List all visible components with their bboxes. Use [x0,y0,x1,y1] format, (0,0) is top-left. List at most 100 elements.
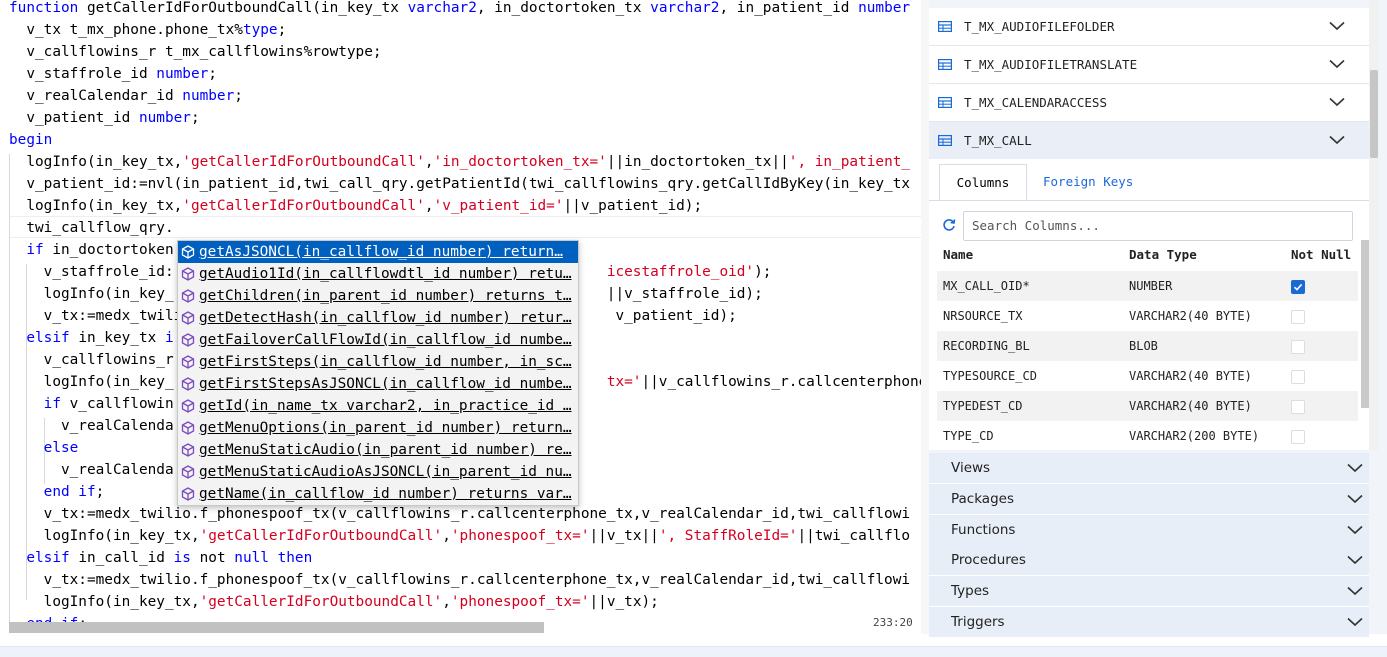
code-line: begin [9,129,52,151]
code-token: varchar2 [407,0,477,16]
code-editor[interactable]: function getCallerIdForOutboundCall(in_k… [0,0,921,634]
not-null-checkbox[interactable] [1291,280,1305,294]
not-null-checkbox[interactable] [1291,430,1305,444]
chevron-down-icon[interactable] [1347,463,1363,473]
column-row[interactable]: TYPEDEST_CD VARCHAR2(40 BYTE) [937,391,1358,421]
section-label: Packages [951,490,1014,507]
table-list-scrollbar-thumb[interactable] [1370,70,1378,158]
table-list-scrollbar-track[interactable] [1369,0,1379,450]
code-token: null then [234,550,313,566]
code-token: elsif [26,330,70,346]
code-token: v_realCalenda [9,418,174,434]
section-types[interactable]: Types [929,576,1369,608]
table-icon [938,21,952,32]
code-token: ; [190,110,200,126]
autocomplete-item-label: getMenuStaticAudioAsJSONCL(in_parent_id … [199,464,572,480]
chevron-down-icon[interactable] [1329,97,1345,107]
code-token: , [442,528,451,544]
autocomplete-item[interactable]: getFirstSteps(in_callflow_id number, in_… [178,351,578,373]
not-null-checkbox[interactable] [1291,370,1305,384]
method-cube-icon [181,245,195,259]
chevron-down-icon[interactable] [1347,525,1363,535]
autocomplete-item[interactable]: getFirstStepsAsJSONCL(in_callflow_id num… [178,373,578,395]
column-data-type: NUMBER [1129,279,1173,293]
code-token: if [43,396,61,412]
code-token: is [173,550,191,566]
column-row[interactable]: TYPESOURCE_CD VARCHAR2(40 BYTE) [937,361,1358,391]
refresh-icon[interactable] [942,218,956,232]
section-triggers[interactable]: Triggers [929,607,1369,638]
autocomplete-item[interactable]: getAudio1Id(in_callflowdtl_id number) re… [178,263,578,285]
autocomplete-item[interactable]: getAsJSONCL(in_callflow_id number) retur… [178,241,578,263]
code-token: v_tx:=medx_twilio.f_phonespoof_tx(v_call… [9,506,911,522]
code-token: elsif [26,550,70,566]
splitter[interactable] [921,0,929,634]
table-item[interactable]: T_MX_AUDIOFILEFOLDER [929,8,1369,46]
section-functions[interactable]: Functions [929,514,1369,546]
editor-horizontal-scrollbar[interactable] [9,622,544,633]
column-row[interactable]: TYPE_CD VARCHAR2(200 BYTE) [937,421,1358,451]
column-row[interactable]: MX_CALL_OID* NUMBER [937,271,1358,301]
method-cube-icon [181,487,195,501]
search-columns-box[interactable] [963,211,1353,241]
code-line: v_realCalenda [9,459,174,481]
column-row[interactable]: RECORDING_BL BLOB [937,331,1358,361]
column-row[interactable]: NRSOURCE_TX VARCHAR2(40 BYTE) [937,301,1358,331]
code-line: elsif in_call_id is not null then [9,547,312,569]
autocomplete-item-label: getMenuStaticAudio(in_parent_id number) … [199,442,572,458]
chevron-down-icon[interactable] [1347,494,1363,504]
column-name: MX_CALL_OID* [943,279,1030,293]
chevron-down-icon[interactable] [1329,21,1345,31]
columns-scrollbar[interactable] [1361,240,1369,408]
table-item[interactable]: T_MX_CALENDARACCESS [929,84,1369,122]
code-token: i [164,330,174,346]
autocomplete-item[interactable]: getMenuStaticAudio(in_parent_id number) … [178,439,578,461]
table-item[interactable]: T_MX_CALL [929,122,1369,160]
chevron-down-icon[interactable] [1329,59,1345,69]
tab-columns[interactable]: Columns [939,164,1027,201]
code-line: v_realCalendar_id number; [9,85,243,107]
method-cube-icon [181,289,195,303]
code-token: getCallerIdForOutboundCall(in_key_tx [86,0,408,16]
autocomplete-item[interactable]: getName(in_callflow_id number) returns v… [178,483,578,505]
autocomplete-item[interactable]: getChildren(in_parent_id number) returns… [178,285,578,307]
table-item-name: T_MX_CALL [964,133,1032,148]
chevron-down-icon[interactable] [1347,617,1363,627]
code-token: ; [95,484,105,500]
cursor-position: 233:20 [873,616,913,629]
code-token: twi_callflow_qry. [9,220,174,236]
autocomplete-item[interactable]: getFailoverCallFlowId(in_callflow_id num… [178,329,578,351]
autocomplete-item[interactable]: getId(in_name_tx varchar2, in_practice_i… [178,395,578,417]
table-item-name: T_MX_AUDIOFILETRANSLATE [964,57,1138,72]
code-token: ||v_callflowins_r.callcenterphone [641,374,921,390]
column-name: TYPEDEST_CD [943,399,1023,413]
code-token: v_tx t_mx_phone.phone_tx% [9,22,243,38]
tab-foreign-keys[interactable]: Foreign Keys [1043,164,1133,200]
code-token: , [424,154,434,170]
section-procedures[interactable]: Procedures [929,545,1369,577]
autocomplete-popup[interactable]: getAsJSONCL(in_callflow_id number) retur… [177,240,579,506]
method-cube-icon [181,267,195,281]
not-null-checkbox[interactable] [1291,310,1305,324]
chevron-down-icon[interactable] [1329,135,1345,145]
autocomplete-item[interactable]: getDetectHash(in_callflow_id number) ret… [178,307,578,329]
not-null-checkbox[interactable] [1291,400,1305,414]
code-token: icestaffrole_oid' [606,264,755,280]
table-item[interactable]: T_MX_AUDIOFILETRANSLATE [929,46,1369,84]
code-token: 'getCallerIdForOutboundCall' [199,594,443,610]
code-line: else [9,437,79,459]
search-columns-input[interactable] [964,212,1342,238]
chevron-down-icon[interactable] [1347,555,1363,565]
code-token: logInfo(in_key_tx, [9,594,200,610]
autocomplete-item[interactable]: getMenuStaticAudioAsJSONCL(in_parent_id … [178,461,578,483]
not-null-checkbox[interactable] [1291,340,1305,354]
section-views[interactable]: Views [929,453,1369,484]
code-line: v_tx:=medx_twilio.f_phonespoof_tx(v_call… [9,569,910,591]
section-packages[interactable]: Packages [929,483,1369,515]
chevron-down-icon[interactable] [1347,586,1363,596]
autocomplete-item[interactable]: getMenuOptions(in_parent_id number) retu… [178,417,578,439]
